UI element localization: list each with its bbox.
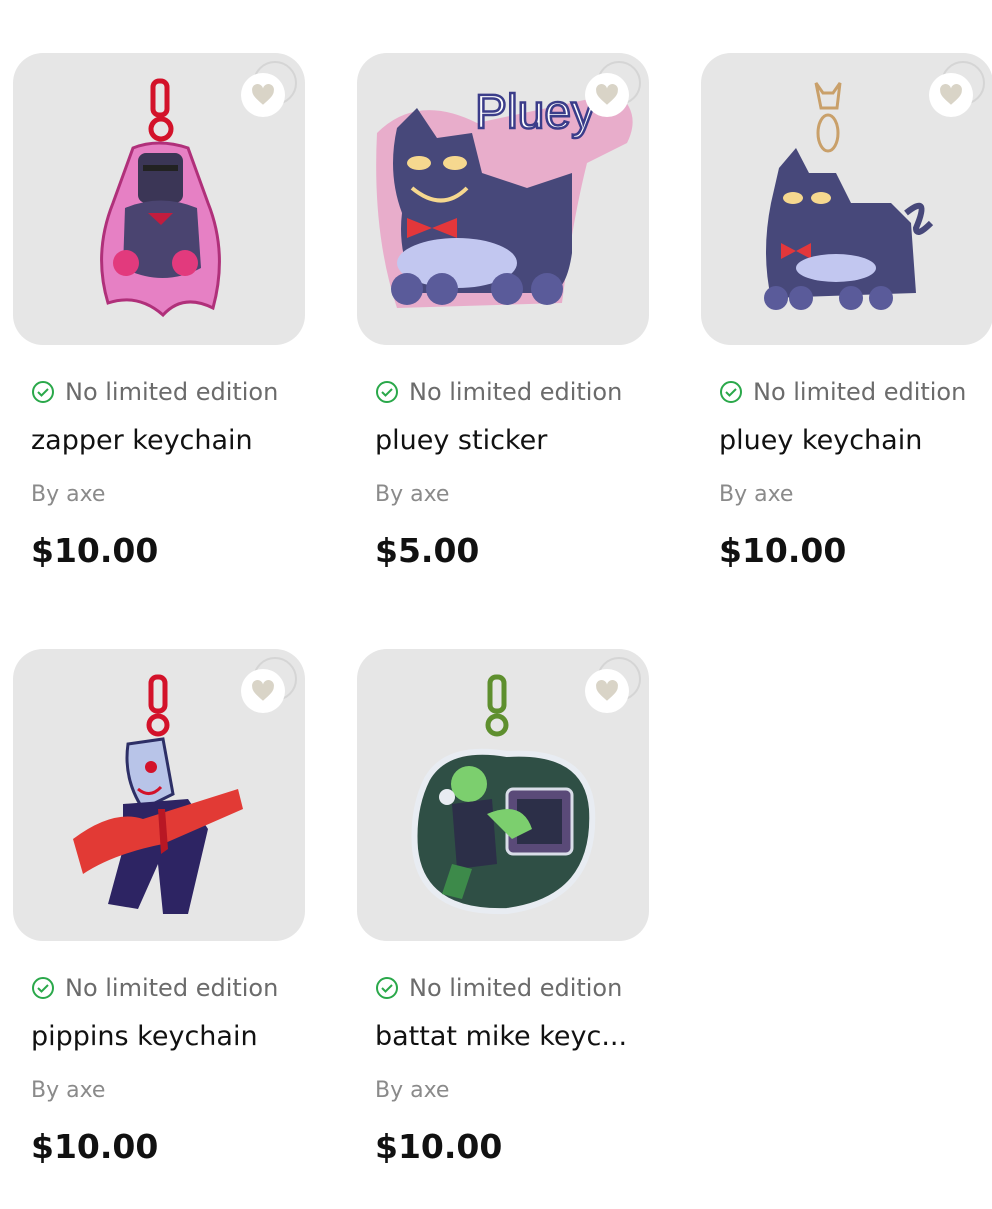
product-title[interactable]: pluey keychain	[719, 425, 989, 456]
favorite-button[interactable]	[585, 73, 629, 117]
product-thumbnail[interactable]	[13, 53, 305, 345]
product-title[interactable]: pluey sticker	[375, 425, 645, 456]
product-author[interactable]: By axe	[719, 482, 793, 507]
check-circle-icon	[376, 977, 398, 999]
favorite-button[interactable]	[241, 73, 285, 117]
product-thumbnail[interactable]	[357, 649, 649, 941]
check-circle-icon	[720, 381, 742, 403]
product-thumbnail[interactable]: Pluey	[357, 53, 649, 345]
heart-icon	[940, 84, 962, 105]
product-thumbnail[interactable]	[701, 53, 992, 345]
edition-label: No limited edition	[65, 378, 279, 406]
edition-label: No limited edition	[409, 974, 623, 1002]
edition-label: No limited edition	[409, 378, 623, 406]
product-price: $10.00	[719, 531, 847, 570]
edition-status: No limited edition	[31, 378, 278, 406]
product-title[interactable]: zapper keychain	[31, 425, 301, 456]
check-circle-icon	[32, 381, 54, 403]
product-price: $10.00	[31, 1127, 159, 1166]
edition-label: No limited edition	[65, 974, 279, 1002]
product-title[interactable]: battat mike keyc...	[375, 1021, 645, 1052]
favorite-button[interactable]	[585, 669, 629, 713]
edition-status: No limited edition	[375, 974, 622, 1002]
heart-icon	[596, 680, 618, 701]
edition-status: No limited edition	[375, 378, 622, 406]
favorite-button[interactable]	[241, 669, 285, 713]
product-card[interactable]: No limited edition battat mike keyc... B…	[357, 649, 649, 1209]
product-price: $5.00	[375, 531, 480, 570]
heart-icon	[252, 680, 274, 701]
product-price: $10.00	[375, 1127, 503, 1166]
edition-status: No limited edition	[31, 974, 278, 1002]
product-card[interactable]: No limited edition pippins keychain By a…	[13, 649, 305, 1209]
heart-icon	[252, 84, 274, 105]
sticker-lettering: Pluey	[475, 86, 595, 139]
edition-status: No limited edition	[719, 378, 966, 406]
product-card[interactable]: No limited edition zapper keychain By ax…	[13, 53, 305, 613]
favorite-button[interactable]	[929, 73, 973, 117]
product-author[interactable]: By axe	[375, 482, 449, 507]
product-author[interactable]: By axe	[31, 1078, 105, 1103]
product-price: $10.00	[31, 531, 159, 570]
product-title[interactable]: pippins keychain	[31, 1021, 301, 1052]
product-author[interactable]: By axe	[31, 482, 105, 507]
product-card[interactable]: No limited edition pluey keychain By axe…	[701, 53, 992, 613]
product-author[interactable]: By axe	[375, 1078, 449, 1103]
check-circle-icon	[32, 977, 54, 999]
check-circle-icon	[376, 381, 398, 403]
product-card[interactable]: Pluey No limited edition pluey sticker B…	[357, 53, 649, 613]
product-thumbnail[interactable]	[13, 649, 305, 941]
product-grid: No limited edition zapper keychain By ax…	[0, 0, 992, 1200]
edition-label: No limited edition	[753, 378, 967, 406]
heart-icon	[596, 84, 618, 105]
